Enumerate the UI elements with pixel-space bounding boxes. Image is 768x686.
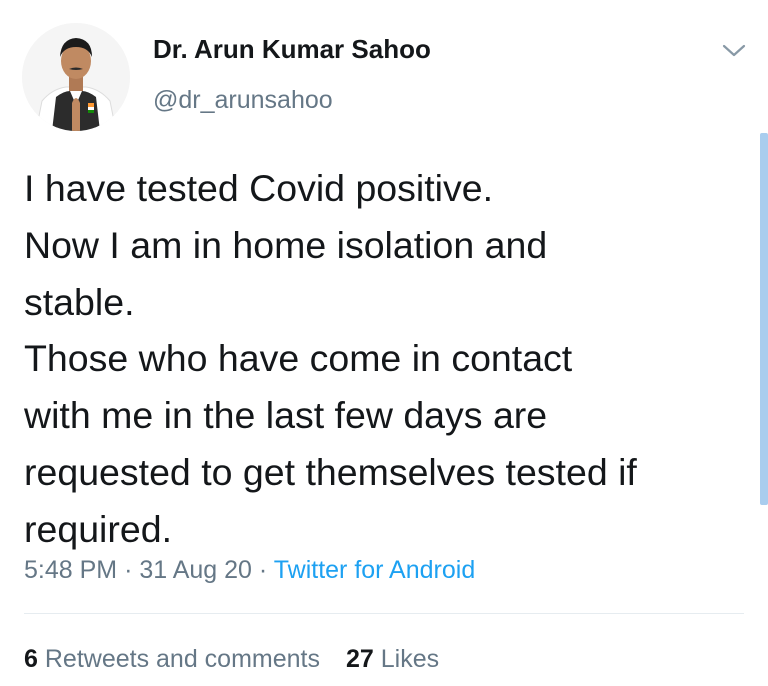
tweet-text: I have tested Covid positive. Now I am i… bbox=[24, 160, 744, 558]
tweet-text-line: with me in the last few days are bbox=[24, 394, 548, 437]
tweet-card: Dr. Arun Kumar Sahoo @dr_arunsahoo I hav… bbox=[0, 0, 768, 686]
tweet-date: 31 Aug 20 bbox=[139, 556, 252, 584]
profile-photo-icon[interactable] bbox=[22, 23, 130, 131]
scrollbar[interactable] bbox=[760, 133, 768, 505]
tweet-text-line: Now I am in home isolation and bbox=[24, 223, 548, 266]
tweet-text-line: requested to get themselves tested if bbox=[24, 450, 637, 493]
retweets-stat[interactable]: 6 Retweets and comments bbox=[24, 645, 320, 673]
tweet-time: 5:48 PM bbox=[24, 556, 118, 584]
likes-count: 27 bbox=[345, 645, 374, 673]
author-handle[interactable]: @dr_arunsahoo bbox=[153, 86, 333, 115]
retweets-label: Retweets and comments bbox=[44, 645, 320, 673]
divider bbox=[24, 613, 744, 614]
chevron-down-icon[interactable] bbox=[719, 40, 749, 62]
author-display-name[interactable]: Dr. Arun Kumar Sahoo bbox=[153, 34, 431, 65]
tweet-meta: 5:48 PM · 31 Aug 20 · Twitter for Androi… bbox=[24, 556, 475, 585]
meta-separator: · bbox=[124, 556, 133, 584]
likes-stat[interactable]: 27 Likes bbox=[346, 645, 439, 673]
tweet-text-line: I have tested Covid positive. bbox=[24, 167, 494, 209]
retweets-count: 6 bbox=[24, 645, 38, 673]
meta-separator: · bbox=[258, 556, 268, 584]
likes-label: Likes bbox=[380, 645, 440, 673]
tweet-text-line: Those who have come in contact bbox=[24, 337, 573, 380]
tweet-source-link[interactable]: Twitter for Android bbox=[274, 556, 475, 584]
tweet-text-line: stable. bbox=[24, 280, 135, 323]
tweet-stats: 6 Retweets and comments 27 Likes bbox=[24, 645, 439, 674]
tweet-text-line: required. bbox=[24, 507, 173, 550]
